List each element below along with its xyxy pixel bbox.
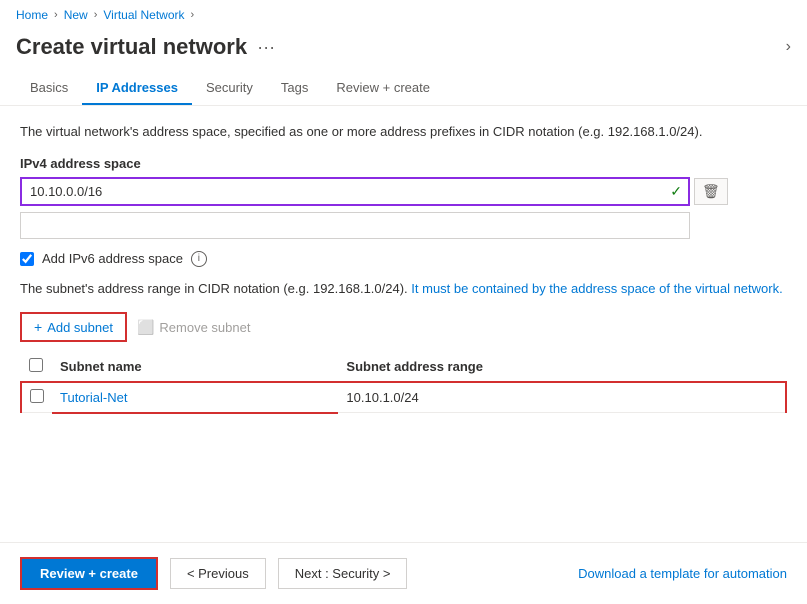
ipv4-check-icon: ✓ [664,183,688,200]
tab-security[interactable]: Security [192,72,267,105]
tab-review-create[interactable]: Review + create [322,72,444,105]
row-checkbox[interactable] [30,389,44,403]
remove-subnet-button[interactable]: ⬜ Remove subnet [137,319,251,336]
plus-icon: + [34,319,42,335]
footer: Review + create < Previous Next : Securi… [0,542,807,604]
subnet-address-cell: 10.10.1.0/24 [338,382,786,413]
subnet-table: Subnet name Subnet address range Tutoria… [20,352,787,414]
page-options-icon[interactable]: ··· [257,37,275,58]
breadcrumb-virtual-network[interactable]: Virtual Network [103,8,184,22]
tab-ip-addresses[interactable]: IP Addresses [82,72,192,105]
subnet-actions-row: + Add subnet ⬜ Remove subnet [20,312,787,342]
ipv4-first-input-box: ✓ [20,177,690,206]
breadcrumb: Home › New › Virtual Network › [0,0,807,30]
ipv6-info-icon[interactable]: i [191,251,207,267]
col-subnet-address: Subnet address range [338,352,786,382]
tab-bar: Basics IP Addresses Security Tags Review… [0,72,807,106]
review-create-button[interactable]: Review + create [20,557,158,590]
subnet-name-link[interactable]: Tutorial-Net [60,390,127,405]
col-checkbox [21,352,52,382]
remove-subnet-label: Remove subnet [159,320,250,335]
ipv4-section-label: IPv4 address space [20,156,787,171]
breadcrumb-sep2: › [94,9,98,21]
breadcrumb-sep1: › [54,9,58,21]
col-subnet-name: Subnet name [52,352,338,382]
ipv6-checkbox[interactable] [20,252,34,266]
breadcrumb-sep3: › [191,9,195,21]
select-all-checkbox[interactable] [29,358,43,372]
page-description: The virtual network's address space, spe… [20,122,787,142]
page-title: Create virtual network [16,34,247,60]
add-subnet-button[interactable]: + Add subnet [20,312,127,342]
ipv6-checkbox-row: Add IPv6 address space i [20,251,787,267]
expand-icon[interactable]: › [786,38,791,56]
breadcrumb-home[interactable]: Home [16,8,48,22]
tab-basics[interactable]: Basics [16,72,82,105]
subnet-info-text: The subnet's address range in CIDR notat… [20,279,787,299]
ipv4-delete-button[interactable]: 🗑 [694,178,728,205]
breadcrumb-new[interactable]: New [64,8,88,22]
ipv4-second-input[interactable] [20,212,690,239]
table-row: Tutorial-Net 10.10.1.0/24 [21,382,786,413]
previous-button[interactable]: < Previous [170,558,266,589]
subnet-name-cell: Tutorial-Net [52,382,338,413]
remove-subnet-icon: ⬜ [137,319,154,336]
download-template-link[interactable]: Download a template for automation [578,566,787,581]
row-checkbox-cell [21,382,52,413]
ipv4-first-input[interactable] [22,179,664,204]
ipv6-checkbox-label: Add IPv6 address space [42,251,183,266]
tab-tags[interactable]: Tags [267,72,322,105]
add-subnet-label: Add subnet [47,320,113,335]
next-security-button[interactable]: Next : Security > [278,558,408,589]
